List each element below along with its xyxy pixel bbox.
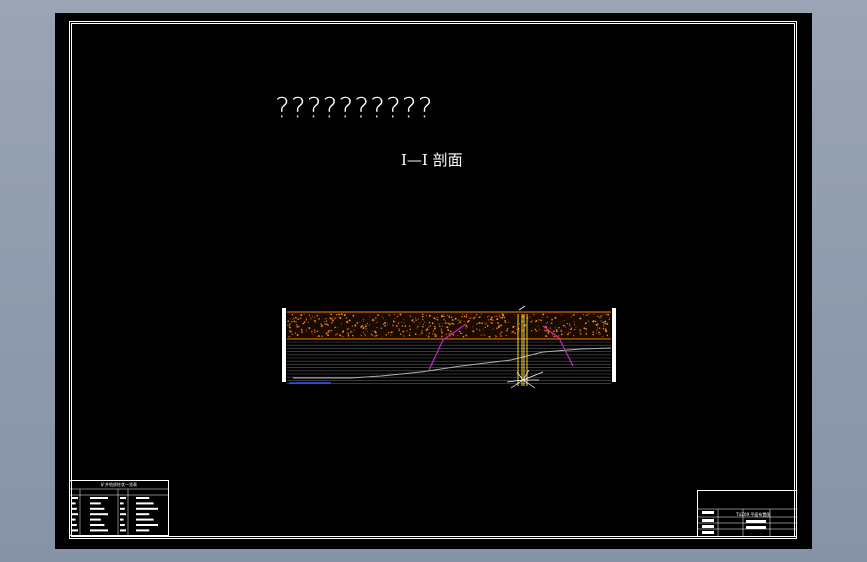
- legend-grid: [70, 488, 168, 535]
- fill-layer: [287, 312, 611, 339]
- shaft-base-lines: [506, 369, 544, 389]
- title-block-project: TUZ09 平面布置图: [736, 512, 771, 517]
- cross-section-drawing[interactable]: [281, 300, 621, 400]
- strata-lines: [287, 341, 611, 384]
- drawing-title: ??????????: [275, 91, 434, 124]
- legend-table: 矿井地质柱状一览表: [69, 480, 169, 536]
- section-label: I—I 剖面: [401, 151, 463, 169]
- title-block: TUZ09 平面布置图: [697, 490, 797, 537]
- left-end-cap: [282, 308, 286, 382]
- cad-viewport[interactable]: ?????????? I—I 剖面 矿井地质柱状一览表 TUZ09 平面布置图: [0, 0, 867, 562]
- right-end-cap: [612, 308, 616, 382]
- ground-line: [293, 347, 612, 379]
- drawing-sheet[interactable]: ?????????? I—I 剖面 矿井地质柱状一览表 TUZ09 平面布置图: [55, 13, 812, 549]
